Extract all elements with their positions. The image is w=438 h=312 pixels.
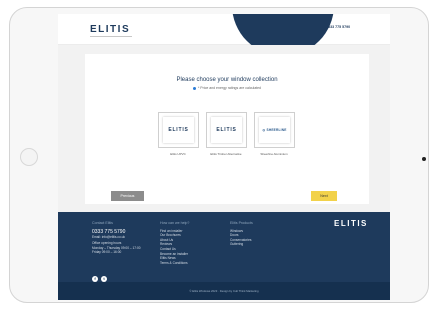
footer-link[interactable]: Guttering	[230, 242, 253, 247]
collection-option-upvc[interactable]: ELITIS	[158, 112, 199, 148]
logo-underline	[90, 36, 132, 37]
site-header: ELITIS s ⌄ Security ⌄ Find Quote Reviews…	[58, 14, 390, 45]
collection-option-aluminium[interactable]: ◎ SHEERLINE	[254, 112, 295, 148]
option-caption: Sheerline Aluminium	[260, 152, 288, 156]
page-heading: Please choose your window collection	[176, 77, 278, 83]
footer-help-column: How can we help? Find an installer Our B…	[160, 221, 189, 265]
collection-option-timber[interactable]: ELITIS	[206, 112, 247, 148]
header-phone-link[interactable]: 0333 775 5790	[326, 25, 350, 29]
tablet-screen: ELITIS s ⌄ Security ⌄ Find Quote Reviews…	[58, 14, 390, 300]
footer-contact-column: Contact Elitis 0333 775 5790 Email: info…	[92, 221, 141, 255]
info-dot-icon	[192, 86, 196, 90]
footer-email[interactable]: Email: info@elitis.co.uk	[92, 235, 141, 240]
collection-selector-card: Please choose your window collection * P…	[85, 54, 369, 204]
footer-hours-friday: Friday 09:00 – 16:00	[92, 250, 122, 255]
footer-contact-title: Contact Elitis	[92, 221, 113, 225]
tablet-camera	[422, 157, 426, 161]
next-button[interactable]: Next	[311, 191, 337, 201]
site-logo[interactable]: ELITIS	[90, 24, 130, 35]
copyright-text: © Elitis Windows 2023 · Design by Cult T…	[189, 289, 259, 293]
copyright-bar: © Elitis Windows 2023 · Design by Cult T…	[58, 282, 390, 300]
option-logo: ELITIS	[211, 117, 242, 143]
subtitle-note: * Price and energy ratings are calculate…	[85, 86, 369, 90]
option-logo: ELITIS	[163, 117, 194, 143]
previous-button[interactable]: Previous	[111, 191, 144, 201]
footer-link[interactable]: Terms & Conditions	[160, 261, 189, 266]
subtitle-text: * Price and energy ratings are calculate…	[197, 86, 262, 90]
option-logo: ◎ SHEERLINE	[259, 117, 290, 143]
tablet-home-button	[20, 148, 38, 166]
site-footer: Contact Elitis 0333 775 5790 Email: info…	[58, 212, 390, 282]
main-content: Please choose your window collection * P…	[58, 45, 390, 212]
footer-products-title: Elitis Products	[230, 221, 253, 225]
footer-products-column: Elitis Products Windows Doors Conservato…	[230, 221, 253, 247]
footer-logo[interactable]: ELITIS	[334, 219, 368, 228]
footer-help-title: How can we help?	[160, 221, 190, 225]
